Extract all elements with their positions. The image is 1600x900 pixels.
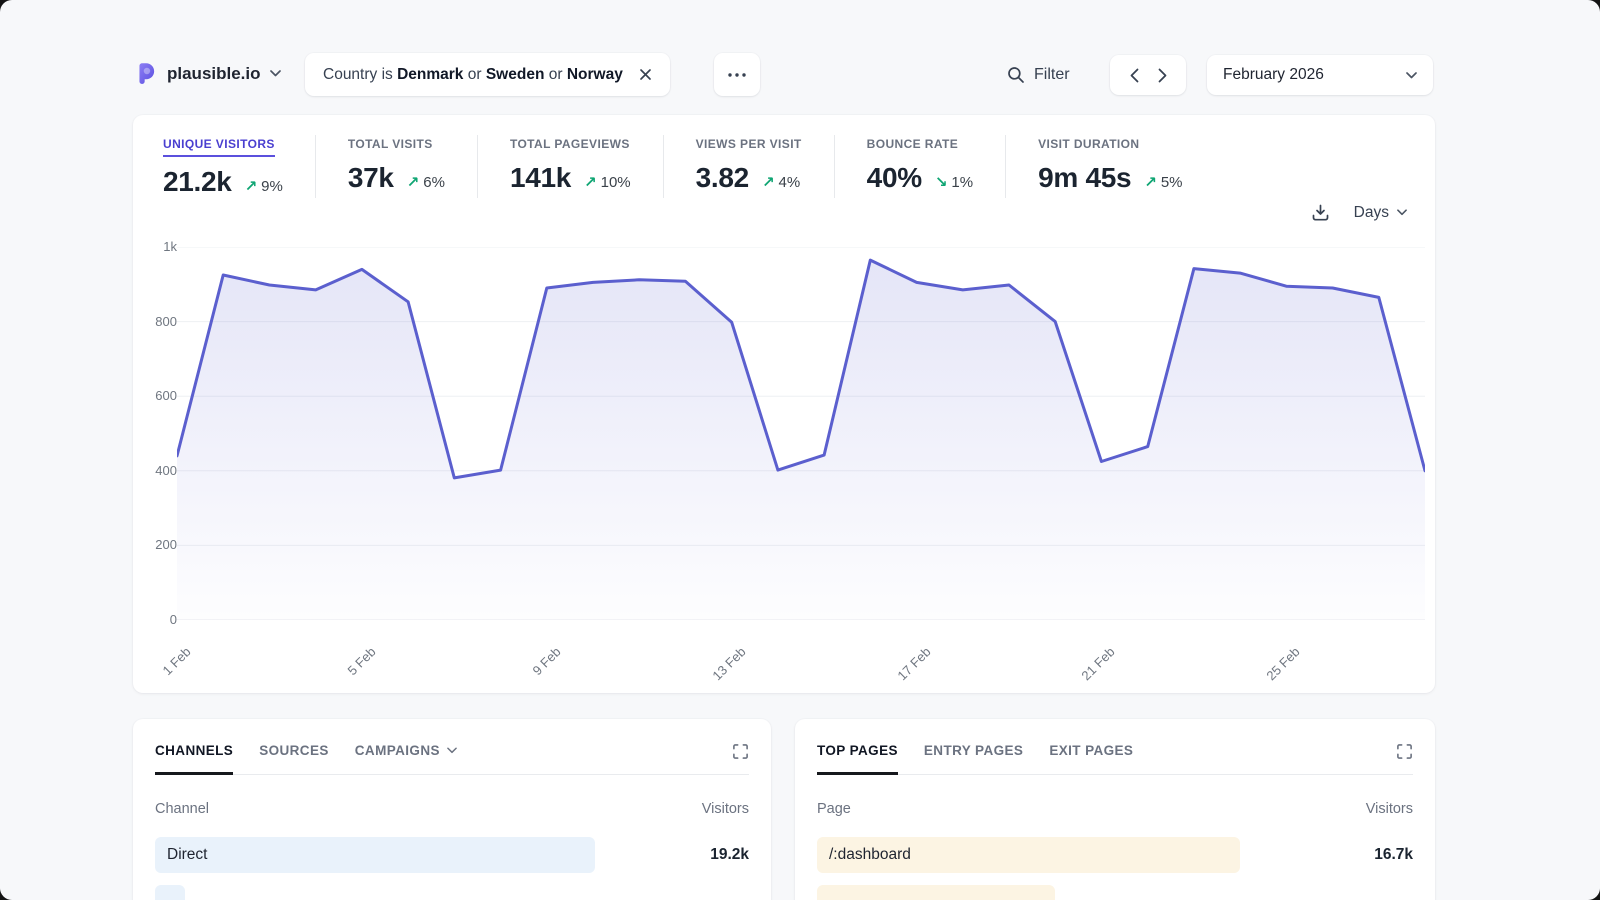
row-value: 19.2k	[710, 846, 749, 864]
x-axis-tick: 1 Feb	[159, 644, 193, 678]
y-axis-tick: 200	[137, 537, 177, 552]
stats-and-graph-card: UNIQUE VISITORS 21.2k ↗9% TOTAL VISITS 3…	[133, 115, 1435, 693]
active-filter-pill[interactable]: Country is Denmark or Sweden or Norway	[305, 53, 670, 96]
expand-panel-icon[interactable]	[1396, 743, 1413, 760]
stat-total-visits[interactable]: TOTAL VISITS 37k ↗6%	[315, 135, 477, 198]
x-axis-tick: 17 Feb	[894, 644, 933, 683]
trend-down-icon: ↘	[935, 173, 948, 191]
date-range-picker[interactable]: February 2026	[1207, 55, 1433, 95]
tab-entry-pages[interactable]: ENTRY PAGES	[924, 743, 1023, 775]
filter-text: Country is Denmark or Sweden or Norway	[323, 66, 623, 84]
ellipsis-icon	[727, 72, 747, 78]
column-header-visitors: Visitors	[702, 801, 749, 817]
filter-button[interactable]: Filter	[1007, 60, 1070, 90]
stat-bounce-rate[interactable]: BOUNCE RATE 40% ↘1%	[834, 135, 1005, 198]
trend-up-icon: ↗	[584, 173, 597, 191]
y-axis-tick: 600	[137, 388, 177, 403]
pages-tabs: TOP PAGES ENTRY PAGES EXIT PAGES	[817, 743, 1413, 775]
plausible-dashboard: plausible.io Country is Denmark or Swede…	[0, 0, 1600, 900]
chevron-down-icon	[1406, 72, 1417, 79]
visitors-graph[interactable]	[177, 247, 1425, 620]
channels-tabs: CHANNELS SOURCES CAMPAIGNS	[155, 743, 749, 775]
plausible-logo-icon	[133, 61, 158, 86]
prev-period-button[interactable]	[1130, 68, 1139, 83]
stat-total-pageviews[interactable]: TOTAL PAGEVIEWS 141k ↗10%	[477, 135, 663, 198]
y-axis-tick: 400	[137, 463, 177, 478]
expand-panel-icon[interactable]	[732, 743, 749, 760]
channel-row-partial[interactable]	[155, 883, 749, 900]
trend-up-icon: ↗	[1144, 173, 1157, 191]
filter-button-label: Filter	[1034, 66, 1070, 84]
interval-select[interactable]: Days	[1354, 204, 1407, 222]
pages-panel: TOP PAGES ENTRY PAGES EXIT PAGES Page Vi…	[795, 719, 1435, 900]
tab-exit-pages[interactable]: EXIT PAGES	[1049, 743, 1133, 775]
search-icon	[1007, 66, 1025, 84]
channels-panel: CHANNELS SOURCES CAMPAIGNS Channel Visit…	[133, 719, 771, 900]
y-axis-tick: 1k	[137, 239, 177, 254]
channel-row-direct[interactable]: Direct 19.2k	[155, 835, 749, 875]
row-bar	[155, 885, 185, 900]
next-period-button[interactable]	[1158, 68, 1167, 83]
tab-channels[interactable]: CHANNELS	[155, 743, 233, 775]
trend-up-icon: ↗	[245, 177, 258, 195]
x-axis-tick: 21 Feb	[1079, 644, 1118, 683]
chevron-down-icon	[1397, 209, 1407, 216]
more-filters-button[interactable]	[714, 53, 760, 96]
x-axis-tick: 25 Feb	[1264, 644, 1303, 683]
x-axis-tick: 9 Feb	[529, 644, 563, 678]
stat-unique-visitors[interactable]: UNIQUE VISITORS 21.2k ↗9%	[163, 135, 315, 198]
chevron-down-icon	[447, 747, 457, 754]
trend-up-icon: ↗	[762, 173, 775, 191]
y-axis-tick: 800	[137, 314, 177, 329]
row-bar	[155, 837, 595, 873]
row-bar	[817, 885, 1055, 900]
row-label[interactable]: Direct	[167, 846, 207, 864]
row-label[interactable]: /:dashboard	[829, 846, 911, 864]
site-switcher[interactable]: plausible.io	[133, 61, 281, 86]
period-nav	[1110, 55, 1186, 95]
column-header-channel: Channel	[155, 801, 209, 817]
period-label: February 2026	[1223, 66, 1324, 84]
stat-visit-duration[interactable]: VISIT DURATION 9m 45s ↗5%	[1005, 135, 1214, 198]
remove-filter-icon[interactable]	[639, 68, 652, 81]
site-name: plausible.io	[167, 64, 261, 84]
tab-campaigns[interactable]: CAMPAIGNS	[355, 743, 457, 775]
column-header-page: Page	[817, 801, 851, 817]
graph-area-fill	[177, 260, 1425, 620]
page-row-dashboard[interactable]: /:dashboard 16.7k	[817, 835, 1413, 875]
top-bar: plausible.io Country is Denmark or Swede…	[0, 0, 1600, 100]
interval-label: Days	[1354, 204, 1389, 222]
x-axis-tick: 5 Feb	[344, 644, 378, 678]
row-value: 16.7k	[1374, 846, 1413, 864]
tab-sources[interactable]: SOURCES	[259, 743, 329, 775]
trend-up-icon: ↗	[407, 173, 420, 191]
x-axis-tick: 13 Feb	[709, 644, 748, 683]
stat-views-per-visit[interactable]: VIEWS PER VISIT 3.82 ↗4%	[663, 135, 834, 198]
column-header-visitors: Visitors	[1366, 801, 1413, 817]
graph-controls: Days	[1311, 203, 1407, 222]
top-stats-row: UNIQUE VISITORS 21.2k ↗9% TOTAL VISITS 3…	[163, 135, 1215, 198]
x-axis-labels: 1 Feb5 Feb9 Feb13 Feb17 Feb21 Feb25 Feb	[177, 630, 1425, 690]
tab-top-pages[interactable]: TOP PAGES	[817, 743, 898, 775]
chevron-down-icon	[270, 70, 281, 77]
y-axis-tick: 0	[137, 612, 177, 627]
export-download-icon[interactable]	[1311, 203, 1330, 222]
page-row-partial[interactable]	[817, 883, 1413, 900]
